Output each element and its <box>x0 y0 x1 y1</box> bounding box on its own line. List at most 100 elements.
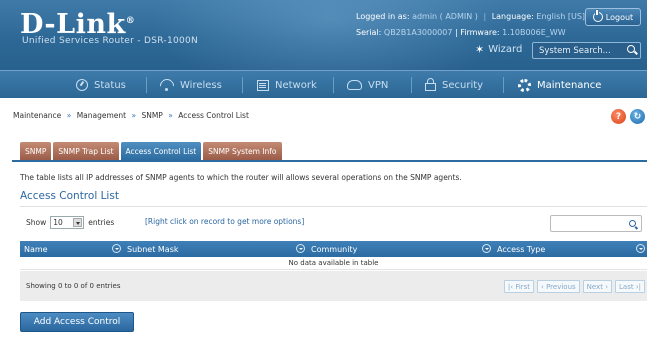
table-info: Showing 0 to 0 of 0 entries <box>26 282 121 290</box>
add-access-control-button[interactable]: Add Access Control <box>20 312 134 332</box>
help-icon: ? <box>615 111 622 122</box>
breadcrumb-separator: » <box>66 111 72 120</box>
breadcrumb-item[interactable]: SNMP <box>141 111 162 120</box>
system-search-input[interactable]: System Search... <box>532 42 641 59</box>
nav-divider <box>146 77 147 93</box>
first-page-icon: |‹ <box>507 282 516 291</box>
column-header-subnet-mask[interactable]: Subnet Mask <box>123 241 307 257</box>
sort-icon <box>636 244 645 253</box>
nav-divider <box>242 77 243 93</box>
nav-item-maintenance[interactable]: Maintenance <box>518 71 601 98</box>
product-subtitle: Unified Services Router - DSR-1000N <box>22 36 199 46</box>
search-icon <box>629 220 636 227</box>
page-length-control: Show 10 entries <box>26 216 114 229</box>
logout-button[interactable]: Logout <box>585 8 641 26</box>
nav-item-network[interactable]: Network <box>257 71 317 98</box>
nav-label: VPN <box>368 79 389 91</box>
column-label: Access Type <box>497 244 546 254</box>
access-control-table-panel: Show 10 entries [Right click on record t… <box>20 206 647 302</box>
breadcrumb-item[interactable]: Management <box>77 111 126 120</box>
nav-label: Status <box>94 79 126 91</box>
divider: | <box>483 12 487 21</box>
breadcrumb-item[interactable]: Maintenance <box>13 111 61 120</box>
nav-label: Security <box>442 79 484 91</box>
divider: | <box>455 28 458 37</box>
show-label: Show <box>26 218 47 227</box>
sub-tabs: SNMP SNMP Trap List Access Control List … <box>20 142 284 160</box>
tab-access-control-list[interactable]: Access Control List <box>120 142 202 160</box>
nav-item-wireless[interactable]: Wireless <box>160 71 222 98</box>
page-description: The table lists all IP addresses of SNMP… <box>20 173 462 182</box>
search-placeholder: System Search... <box>539 45 611 56</box>
serial-label: Serial: <box>356 28 382 37</box>
sort-icon <box>482 244 491 253</box>
previous-page-button[interactable]: ‹ Previous <box>537 280 580 293</box>
last-page-icon: ›| <box>633 282 641 291</box>
column-header-community[interactable]: Community <box>307 241 493 257</box>
right-click-hint: [Right click on record to get more optio… <box>145 217 305 226</box>
serial-value: QB2B1A3000007 <box>383 28 453 37</box>
status-icon <box>76 79 88 91</box>
breadcrumb-current: Access Control List <box>178 111 249 120</box>
entries-select-value: 10 <box>53 218 63 227</box>
sort-icon <box>296 244 305 253</box>
entries-label: entries <box>88 218 115 227</box>
wizard-link[interactable]: ✶ Wizard <box>475 43 522 56</box>
table-footer: Showing 0 to 0 of 0 entries |‹ First ‹ P… <box>20 271 647 301</box>
last-page-button[interactable]: Last ›| <box>615 280 645 293</box>
power-icon <box>592 10 603 22</box>
nav-divider <box>411 77 412 93</box>
chevron-down-icon <box>73 218 83 227</box>
device-info: Serial: QB2B1A3000007 | Firmware: 1.10B0… <box>356 28 566 37</box>
search-icon[interactable] <box>627 45 635 53</box>
tab-underline <box>12 160 647 162</box>
next-page-label: Next <box>586 282 603 291</box>
pagination: |‹ First ‹ Previous Next › Last ›| <box>503 280 645 293</box>
wifi-icon <box>160 79 174 91</box>
column-label: Subnet Mask <box>127 244 179 254</box>
tab-snmp-system-info[interactable]: SNMP System Info <box>203 142 282 160</box>
main-nav: Status Wireless Network VPN Security Mai… <box>0 70 647 98</box>
section-title: Access Control List <box>20 190 119 202</box>
app-header: D-Link® Unified Services Router - DSR-10… <box>0 0 647 98</box>
column-label: Name <box>24 244 48 254</box>
wand-icon: ✶ <box>475 43 485 56</box>
network-icon <box>257 79 269 91</box>
nav-item-status[interactable]: Status <box>76 71 126 98</box>
gear-icon <box>518 78 531 92</box>
breadcrumb-separator: » <box>131 111 137 120</box>
lock-icon <box>425 78 436 91</box>
tab-snmp-trap-list[interactable]: SNMP Trap List <box>53 142 119 160</box>
firmware-value: 1.10B006E_WW <box>502 28 566 37</box>
nav-item-security[interactable]: Security <box>425 71 483 98</box>
help-button[interactable]: ? <box>611 109 626 124</box>
first-page-button[interactable]: |‹ First <box>503 280 535 293</box>
first-page-label: First <box>515 282 531 291</box>
entries-select[interactable]: 10 <box>50 216 85 229</box>
refresh-icon: ↻ <box>633 111 642 122</box>
login-info: Logged in as: admin ( ADMIN ) | Language… <box>356 12 596 21</box>
language-link[interactable]: English [US] <box>536 12 585 21</box>
language-label: Language: <box>491 12 534 21</box>
dlink-logo: D-Link® <box>20 9 136 40</box>
nav-divider <box>503 77 504 93</box>
empty-table-message: No data available in table <box>20 257 647 270</box>
breadcrumb: Maintenance » Management » SNMP » Access… <box>13 111 249 120</box>
firmware-label: Firmware: <box>460 28 500 37</box>
nav-label: Wireless <box>180 79 222 91</box>
tab-snmp[interactable]: SNMP <box>20 142 52 160</box>
table-search-input[interactable] <box>550 215 642 232</box>
column-label: Community <box>311 244 358 254</box>
nav-item-vpn[interactable]: VPN <box>347 71 388 98</box>
chevron-right-icon: › <box>602 282 609 291</box>
column-header-access-type[interactable]: Access Type <box>493 241 647 257</box>
next-page-button[interactable]: Next › <box>582 280 613 293</box>
logo-trademark: ® <box>125 16 136 26</box>
sort-icon <box>112 244 121 253</box>
logout-label: Logout <box>605 12 634 22</box>
column-header-name[interactable]: Name <box>20 241 123 257</box>
vpn-icon <box>347 80 362 90</box>
logged-in-label: Logged in as: <box>356 12 410 21</box>
refresh-button[interactable]: ↻ <box>630 109 645 124</box>
nav-divider <box>333 77 334 93</box>
